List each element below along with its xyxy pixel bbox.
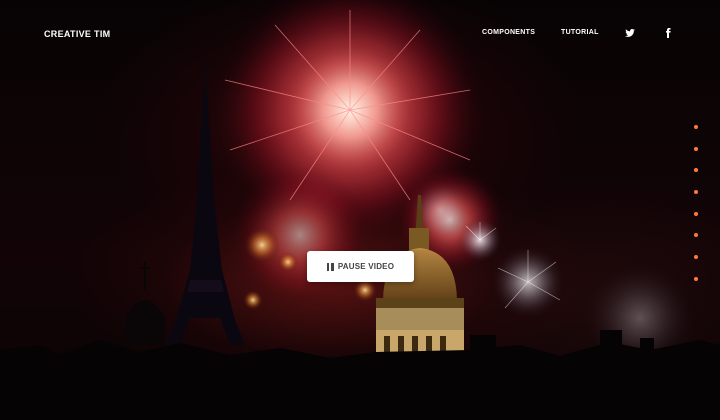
pause-video-button[interactable]: PAUSE VIDEO	[307, 251, 414, 282]
twitter-icon[interactable]	[624, 26, 636, 38]
pause-video-label: PAUSE VIDEO	[337, 262, 395, 271]
section-dot[interactable]	[694, 255, 698, 260]
pause-icon	[326, 262, 334, 271]
section-dot[interactable]	[694, 233, 698, 238]
section-dot[interactable]	[694, 146, 698, 151]
navbar: CREATIVE TIM COMPONENTS TUTORIAL	[0, 0, 720, 64]
nav-link-components[interactable]: COMPONENTS	[482, 29, 535, 36]
nav-link-tutorial[interactable]: TUTORIAL	[561, 29, 599, 36]
brand-logo[interactable]: CREATIVE TIM	[44, 29, 110, 39]
section-dot-navigation	[694, 125, 702, 299]
hero-section: CREATIVE TIM COMPONENTS TUTORIAL PAUSE V…	[0, 0, 720, 420]
section-dot[interactable]	[694, 168, 698, 173]
section-dot[interactable]	[694, 190, 698, 195]
section-dot[interactable]	[694, 125, 698, 129]
section-dot[interactable]	[694, 211, 698, 216]
section-dot[interactable]	[694, 276, 698, 281]
facebook-icon[interactable]	[662, 26, 674, 38]
